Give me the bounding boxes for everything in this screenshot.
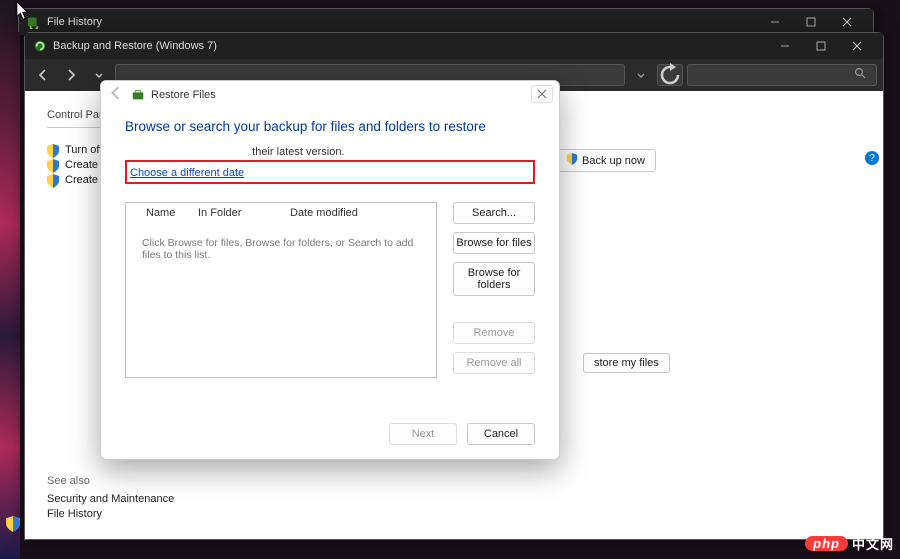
search-field[interactable]	[687, 64, 877, 86]
col-date-modified[interactable]: Date modified	[290, 207, 436, 219]
file-history-window-titlebar: File History	[18, 8, 874, 32]
restore-files-dialog: Restore Files Browse or search your back…	[100, 80, 560, 460]
close-button[interactable]	[839, 36, 875, 56]
close-button[interactable]	[829, 12, 865, 32]
cancel-button[interactable]: Cancel	[467, 423, 535, 445]
browse-for-folders-button[interactable]: Browse for folders	[453, 262, 535, 296]
watermark: php 中文网	[805, 534, 894, 553]
desktop-wallpaper-stripe	[0, 0, 20, 559]
backup-restore-title: Backup and Restore (Windows 7)	[53, 40, 217, 52]
shield-icon	[47, 144, 59, 156]
address-dropdown-icon[interactable]	[629, 63, 653, 87]
see-also-security-maintenance[interactable]: Security and Maintenance	[47, 493, 174, 505]
see-also-section: See also Security and Maintenance File H…	[47, 475, 174, 523]
dialog-info-fragment: their latest version.	[252, 146, 344, 158]
backup-restore-titlebar: Backup and Restore (Windows 7)	[25, 33, 883, 59]
minimize-button[interactable]	[757, 12, 793, 32]
minimize-button[interactable]	[767, 36, 803, 56]
refresh-button[interactable]	[657, 64, 683, 86]
shield-icon	[47, 174, 59, 186]
dialog-header: Restore Files	[101, 81, 559, 109]
list-header-row: Name In Folder Date modified	[126, 203, 436, 223]
choose-different-date-link[interactable]: Choose a different date	[130, 167, 244, 179]
restore-files-icon	[131, 88, 145, 102]
maximize-button[interactable]	[803, 36, 839, 56]
dialog-footer: Next Cancel	[125, 411, 535, 445]
dialog-close-button[interactable]	[531, 85, 553, 103]
shield-icon	[566, 153, 578, 168]
col-name[interactable]: Name	[126, 207, 198, 219]
shield-icon	[47, 159, 59, 171]
dialog-heading: Browse or search your backup for files a…	[125, 119, 535, 134]
backup-now-button[interactable]: Back up now	[555, 149, 656, 172]
dialog-back-icon[interactable]	[109, 86, 123, 105]
see-also-header: See also	[47, 475, 174, 487]
search-button[interactable]: Search...	[453, 202, 535, 224]
mouse-cursor-icon	[16, 2, 30, 25]
watermark-brand: php	[805, 536, 848, 551]
watermark-text: 中文网	[852, 534, 894, 553]
restore-my-files-button[interactable]: store my files	[583, 353, 670, 373]
backup-now-label: Back up now	[582, 155, 645, 167]
browse-button-column: Search... Browse for files Browse for fo…	[453, 202, 535, 378]
see-also-file-history[interactable]: File History	[47, 508, 174, 520]
remove-button[interactable]: Remove	[453, 322, 535, 344]
browse-for-files-button[interactable]: Browse for files	[453, 232, 535, 254]
file-history-title: File History	[47, 16, 102, 28]
backup-restore-icon	[33, 39, 47, 53]
dialog-title: Restore Files	[151, 89, 216, 101]
next-button[interactable]: Next	[389, 423, 457, 445]
dialog-info-line: All files will be restored to their late…	[125, 146, 535, 158]
list-empty-hint: Click Browse for files, Browse for folde…	[126, 223, 436, 275]
maximize-button[interactable]	[793, 12, 829, 32]
nav-back-button[interactable]	[31, 63, 55, 87]
remove-all-button[interactable]: Remove all	[453, 352, 535, 374]
taskbar-shield-icon[interactable]	[6, 516, 20, 537]
nav-forward-button[interactable]	[59, 63, 83, 87]
restore-items-list[interactable]: Name In Folder Date modified Click Brows…	[125, 202, 437, 378]
col-in-folder[interactable]: In Folder	[198, 207, 290, 219]
choose-different-date-highlight: Choose a different date	[125, 160, 535, 184]
search-icon	[854, 66, 866, 84]
